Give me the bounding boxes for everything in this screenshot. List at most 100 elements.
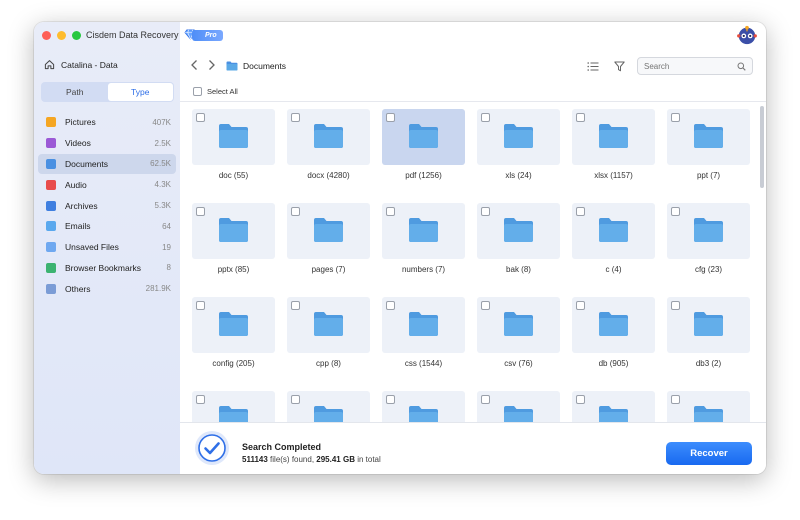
search-field[interactable]	[637, 57, 753, 75]
tile-checkbox[interactable]	[671, 301, 680, 310]
folder-icon	[408, 311, 439, 342]
tile-card[interactable]	[477, 297, 560, 353]
category-name: Emails	[65, 221, 91, 232]
tile-card[interactable]	[667, 297, 750, 353]
sidebar-item-pictures[interactable]: Pictures 407K	[38, 112, 176, 133]
tile-checkbox[interactable]	[671, 395, 680, 404]
sidebar-item-emails[interactable]: Emails 64	[38, 216, 176, 237]
filter-button[interactable]	[614, 59, 625, 77]
tile-checkbox[interactable]	[576, 301, 585, 310]
select-all-checkbox[interactable]	[193, 87, 202, 96]
tile-checkbox[interactable]	[386, 207, 395, 216]
tile-card[interactable]	[192, 109, 275, 165]
sidebar-item-others[interactable]: Others 281.9K	[38, 278, 176, 299]
tile-card[interactable]	[572, 203, 655, 259]
tile-checkbox[interactable]	[291, 113, 300, 122]
tile-checkbox[interactable]	[671, 207, 680, 216]
tile-card[interactable]	[382, 109, 465, 165]
tile-card[interactable]	[572, 109, 655, 165]
file-type-tile[interactable]: db3 (2)	[667, 297, 750, 369]
file-type-tile[interactable]: csv (76)	[477, 297, 560, 369]
robot-avatar-icon[interactable]	[736, 24, 758, 46]
file-type-tile[interactable]: xlsx (1157)	[572, 109, 655, 181]
tile-checkbox[interactable]	[291, 301, 300, 310]
tile-card[interactable]	[382, 297, 465, 353]
sidebar-item-archives[interactable]: Archives 5.3K	[38, 195, 176, 216]
tile-checkbox[interactable]	[576, 207, 585, 216]
sidebar-item-browser-bookmarks[interactable]: Browser Bookmarks 8	[38, 258, 176, 279]
tile-checkbox[interactable]	[576, 395, 585, 404]
tile-card[interactable]	[382, 203, 465, 259]
sidebar: Cisdem Data Recovery Catalina - Data Pat…	[34, 22, 180, 474]
window-controls	[42, 31, 81, 40]
file-type-tile[interactable]: xls (24)	[477, 109, 560, 181]
tab-path[interactable]: Path	[42, 83, 108, 101]
grid-scrollbar[interactable]	[760, 106, 764, 188]
drive-row[interactable]: Catalina - Data	[44, 59, 118, 70]
tile-card[interactable]	[287, 203, 370, 259]
file-type-tile[interactable]: ppt (7)	[667, 109, 750, 181]
divider	[180, 101, 766, 102]
file-type-tile[interactable]: bak (8)	[477, 203, 560, 275]
tile-card[interactable]	[477, 203, 560, 259]
tile-checkbox[interactable]	[481, 301, 490, 310]
tile-checkbox[interactable]	[481, 207, 490, 216]
file-type-tile[interactable]: pptx (85)	[192, 203, 275, 275]
tile-card[interactable]	[667, 109, 750, 165]
tile-checkbox[interactable]	[196, 301, 205, 310]
sidebar-item-videos[interactable]: Videos 2.5K	[38, 133, 176, 154]
tile-label: ppt (7)	[696, 171, 721, 180]
file-type-tile[interactable]: config (205)	[192, 297, 275, 369]
list-icon	[587, 62, 599, 71]
tab-type[interactable]: Type	[107, 83, 173, 101]
folder-icon	[598, 217, 629, 248]
tile-checkbox[interactable]	[386, 301, 395, 310]
tile-checkbox[interactable]	[386, 113, 395, 122]
tile-card[interactable]	[192, 203, 275, 259]
tile-label: css (1544)	[404, 359, 443, 368]
tile-card[interactable]	[477, 109, 560, 165]
file-type-tile[interactable]: pages (7)	[287, 203, 370, 275]
select-all[interactable]: Select All	[193, 87, 238, 96]
tile-label: cpp (8)	[316, 359, 341, 368]
file-type-tile[interactable]: cpp (8)	[287, 297, 370, 369]
tile-checkbox[interactable]	[196, 207, 205, 216]
minimize-window-button[interactable]	[57, 31, 66, 40]
file-type-tile[interactable]: numbers (7)	[382, 203, 465, 275]
tile-checkbox[interactable]	[291, 395, 300, 404]
tile-card[interactable]	[287, 109, 370, 165]
file-type-tile[interactable]: docx (4280)	[287, 109, 370, 181]
tile-label: c (4)	[605, 265, 622, 274]
tile-card[interactable]	[572, 297, 655, 353]
tile-card[interactable]	[192, 297, 275, 353]
pictures-icon	[46, 117, 56, 128]
recover-button[interactable]: Recover	[666, 442, 752, 465]
tile-label: cfg (23)	[694, 265, 723, 274]
tile-checkbox[interactable]	[196, 113, 205, 122]
tile-card[interactable]	[667, 203, 750, 259]
tile-checkbox[interactable]	[576, 113, 585, 122]
tile-card[interactable]	[287, 297, 370, 353]
sidebar-item-audio[interactable]: Audio 4.3K	[38, 174, 176, 195]
search-input[interactable]	[644, 61, 724, 71]
file-type-tile[interactable]: css (1544)	[382, 297, 465, 369]
back-button[interactable]	[190, 59, 199, 74]
tile-checkbox[interactable]	[481, 395, 490, 404]
tile-checkbox[interactable]	[196, 395, 205, 404]
close-window-button[interactable]	[42, 31, 51, 40]
tile-checkbox[interactable]	[291, 207, 300, 216]
file-type-tile[interactable]: pdf (1256)	[382, 109, 465, 181]
sidebar-item-unsaved-files[interactable]: Unsaved Files 19	[38, 237, 176, 258]
tile-checkbox[interactable]	[386, 395, 395, 404]
list-view-button[interactable]	[587, 59, 599, 77]
zoom-window-button[interactable]	[72, 31, 81, 40]
file-type-tile[interactable]: doc (55)	[192, 109, 275, 181]
forward-button[interactable]	[207, 59, 216, 74]
sidebar-item-documents[interactable]: Documents 62.5K	[38, 153, 176, 175]
tile-checkbox[interactable]	[671, 113, 680, 122]
tile-checkbox[interactable]	[481, 113, 490, 122]
file-type-tile[interactable]: cfg (23)	[667, 203, 750, 275]
tile-label: bak (8)	[506, 265, 531, 274]
file-type-tile[interactable]: db (905)	[572, 297, 655, 369]
file-type-tile[interactable]: c (4)	[572, 203, 655, 275]
